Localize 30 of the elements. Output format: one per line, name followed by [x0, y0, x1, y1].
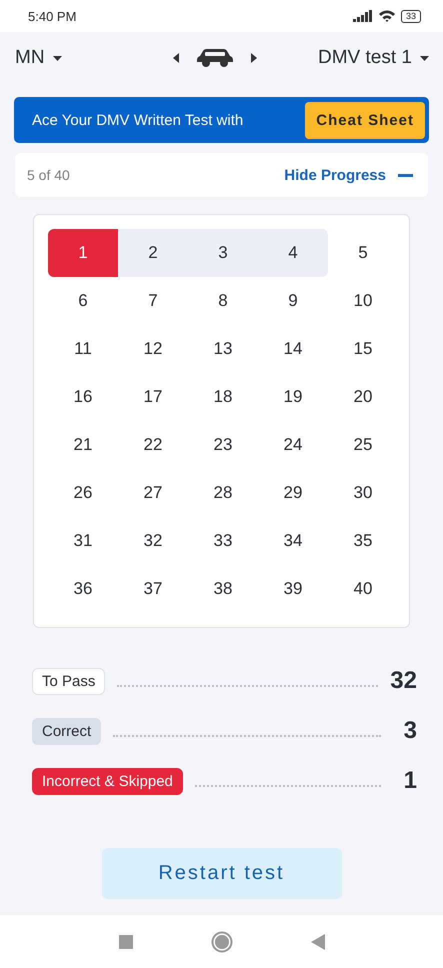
status-time: 5:40 PM	[28, 8, 76, 24]
stat-value: 1	[402, 767, 417, 795]
stat-label: Incorrect & Skipped	[32, 768, 183, 794]
banner-text: Ace Your DMV Written Test with	[32, 112, 244, 128]
question-button[interactable]: 4	[258, 229, 328, 277]
caret-icon	[52, 56, 62, 60]
previous-icon[interactable]	[172, 53, 179, 63]
stat-label: Correct	[32, 718, 102, 744]
battery-icon: 33	[400, 10, 421, 22]
minus-icon	[398, 174, 413, 176]
home-icon[interactable]	[210, 930, 232, 952]
question-button[interactable]: 1	[48, 229, 118, 277]
recents-icon[interactable]	[118, 934, 132, 948]
caret-icon	[420, 56, 429, 60]
stat-value: 3	[402, 717, 417, 745]
next-icon[interactable]	[250, 53, 257, 63]
signal-icon	[352, 10, 373, 22]
wifi-icon	[378, 10, 395, 22]
hide-progress-button[interactable]: Hide Progress	[284, 166, 413, 184]
back-icon[interactable]	[310, 934, 324, 950]
cheat-sheet-button[interactable]: Cheat Sheet	[305, 102, 425, 138]
question-button[interactable]: 3	[188, 229, 258, 277]
car-icon	[196, 49, 233, 67]
restart-button[interactable]: Restart test	[102, 848, 342, 899]
stat-value: 32	[390, 667, 417, 695]
question-button[interactable]: 2	[118, 229, 188, 277]
progress-count: 5 of 40	[27, 167, 70, 183]
stat-label: To Pass	[32, 668, 106, 694]
state-dropdown[interactable]: MN	[15, 47, 62, 69]
test-dropdown[interactable]: DMV test 1	[318, 47, 429, 69]
